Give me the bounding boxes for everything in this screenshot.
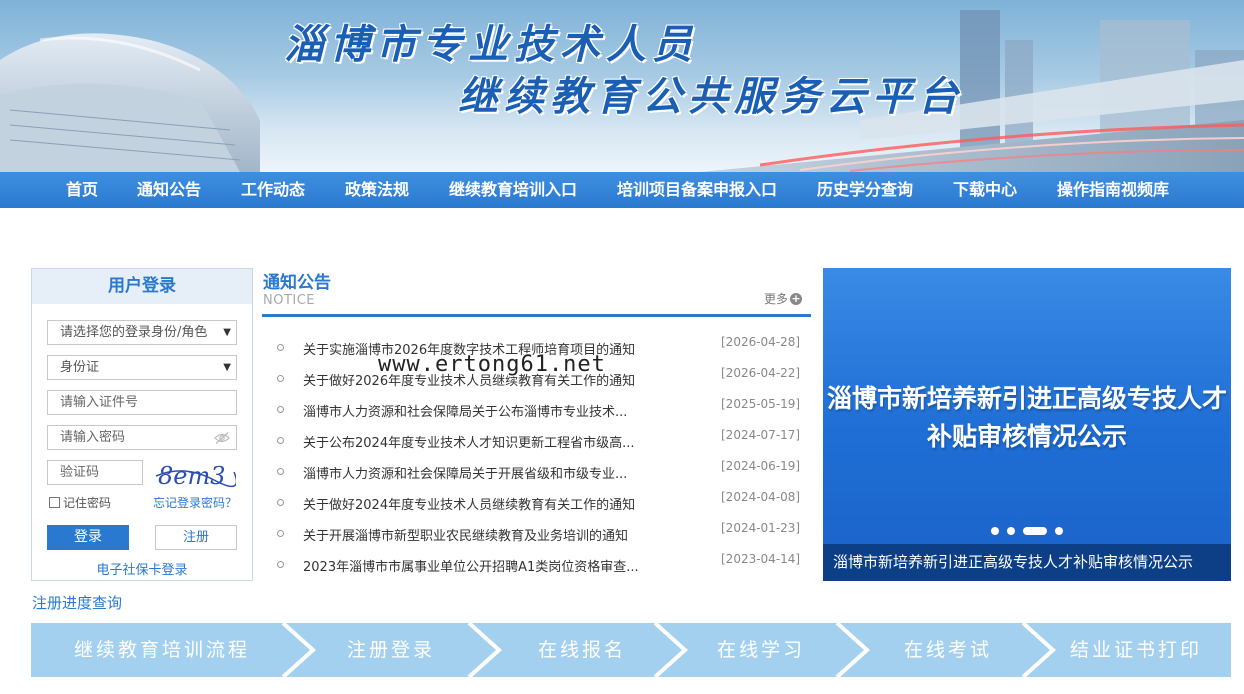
notice-item-title[interactable]: 关于做好2024年度专业技术人员继续教育有关工作的通知 bbox=[303, 494, 663, 513]
carousel-dot[interactable] bbox=[991, 527, 999, 535]
notice-title: 通知公告 bbox=[263, 273, 331, 293]
register-button[interactable]: 注册 bbox=[155, 525, 237, 550]
carousel-dot-active[interactable] bbox=[1023, 527, 1047, 535]
captcha-image[interactable]: 8em3 bbox=[154, 458, 236, 492]
banner-title-line1: 淄博市专业技术人员 bbox=[284, 21, 698, 68]
carousel-caption[interactable]: 淄博市新培养新引进正高级专技人才补贴审核情况公示 bbox=[823, 544, 1231, 581]
password-input[interactable]: 请输入密码 bbox=[47, 425, 237, 450]
nav-notices[interactable]: 通知公告 bbox=[137, 172, 201, 208]
notice-item-date: [2024-01-23] bbox=[721, 521, 801, 535]
login-button[interactable]: 登录 bbox=[47, 525, 129, 550]
bullet-circle-icon bbox=[277, 561, 284, 568]
bullet-circle-icon bbox=[277, 344, 284, 351]
notice-item-date: [2025-05-19] bbox=[721, 397, 801, 411]
nav-downloads[interactable]: 下载中心 bbox=[953, 172, 1017, 208]
watermark-text: www.ertong61.net bbox=[378, 352, 606, 377]
notice-item-title[interactable]: 淄博市人力资源和社会保障局关于开展省级和市级专业... bbox=[303, 463, 663, 482]
chevron-down-icon: ▼ bbox=[223, 327, 231, 338]
header-banner: 淄博市专业技术人员 继续教育公共服务云平台 bbox=[0, 0, 1244, 172]
carousel-dot[interactable] bbox=[1007, 527, 1015, 535]
bullet-circle-icon bbox=[277, 406, 284, 413]
eye-off-icon[interactable] bbox=[214, 431, 230, 445]
notice-item-title[interactable]: 2023年淄博市市属事业单位公开招聘A1类岗位资格审查... bbox=[303, 556, 663, 575]
training-process-bar: 继续教育培训流程 注册登录 在线报名 在线学习 在线考试 结业证书打印 bbox=[31, 623, 1231, 677]
notice-item-date: [2024-06-19] bbox=[721, 459, 801, 473]
notice-item-date: [2026-04-22] bbox=[721, 366, 801, 380]
carousel-dots bbox=[991, 527, 1063, 535]
nav-policies[interactable]: 政策法规 bbox=[345, 172, 409, 208]
role-select[interactable]: 请选择您的登录身份/角色 ▼ bbox=[47, 320, 237, 345]
nav-home[interactable]: 首页 bbox=[66, 172, 98, 208]
forgot-password-link[interactable]: 忘记登录密码？ bbox=[153, 494, 237, 511]
carousel-headline-line1: 淄博市新培养新引进正高级专技人才 bbox=[826, 384, 1227, 413]
banner-title-line2: 继续教育公共服务云平台 bbox=[458, 73, 964, 120]
nav-credit-history[interactable]: 历史学分查询 bbox=[817, 172, 913, 208]
captcha-placeholder: 验证码 bbox=[60, 465, 100, 480]
notice-item-title[interactable]: 淄博市人力资源和社会保障局关于公布淄博市专业技术... bbox=[303, 401, 663, 420]
nav-training-entry[interactable]: 继续教育培训入口 bbox=[449, 172, 577, 208]
notice-item-title[interactable]: 关于公布2024年度专业技术人才知识更新工程省市级高... bbox=[303, 432, 663, 451]
carousel-dot[interactable] bbox=[1055, 527, 1063, 535]
notice-subtitle: NOTICE bbox=[263, 293, 316, 308]
captcha-input[interactable]: 验证码 bbox=[47, 460, 143, 485]
process-step-register[interactable]: 注册登录 bbox=[293, 623, 489, 677]
notice-item-date: [2024-04-08] bbox=[721, 490, 801, 504]
process-step-exam[interactable]: 在线考试 bbox=[853, 623, 1043, 677]
bullet-circle-icon bbox=[277, 499, 284, 506]
login-title: 用户登录 bbox=[32, 269, 252, 304]
id-number-placeholder: 请输入证件号 bbox=[60, 395, 139, 410]
notice-item-date: [2023-04-14] bbox=[721, 552, 801, 566]
plus-circle-icon: + bbox=[790, 291, 802, 305]
notice-more-link[interactable]: 更多 + bbox=[764, 290, 802, 307]
checkbox-box[interactable] bbox=[49, 497, 60, 508]
news-carousel[interactable]: 淄博市新培养新引进正高级专技人才 补贴审核情况公示 淄博市新培养新引进正高级专技… bbox=[823, 268, 1231, 581]
notice-item[interactable]: 2023年淄博市市属事业单位公开招聘A1类岗位资格审查... [2023-04-… bbox=[262, 552, 811, 587]
nav-project-filing-entry[interactable]: 培训项目备案申报入口 bbox=[617, 172, 777, 208]
main-nav: 首页 通知公告 工作动态 政策法规 继续教育培训入口 培训项目备案申报入口 历史… bbox=[0, 172, 1244, 208]
remember-password-label: 记住密码 bbox=[63, 496, 112, 510]
bullet-circle-icon bbox=[277, 530, 284, 537]
notice-item-date: [2024-07-17] bbox=[721, 428, 801, 442]
bullet-circle-icon bbox=[277, 468, 284, 475]
social-card-login-link[interactable]: 电子社保卡登录 bbox=[32, 559, 252, 578]
process-step-study[interactable]: 在线学习 bbox=[671, 623, 851, 677]
carousel-headline: 淄博市新培养新引进正高级专技人才 补贴审核情况公示 bbox=[823, 380, 1231, 456]
bullet-circle-icon bbox=[277, 375, 284, 382]
bullet-circle-icon bbox=[277, 437, 284, 444]
notice-divider bbox=[262, 314, 811, 317]
id-number-input[interactable]: 请输入证件号 bbox=[47, 390, 237, 415]
login-panel: 用户登录 请选择您的登录身份/角色 ▼ 身份证 ▼ 请输入证件号 请输入密码 验… bbox=[31, 268, 253, 581]
process-step-enroll[interactable]: 在线报名 bbox=[489, 623, 675, 677]
notice-item-date: [2026-04-28] bbox=[721, 335, 801, 349]
captcha-text: 8em3 bbox=[158, 462, 226, 490]
notice-item-title[interactable]: 关于开展淄博市新型职业农民继续教育及业务培训的通知 bbox=[303, 525, 663, 544]
chevron-down-icon: ▼ bbox=[223, 362, 231, 373]
remember-password-checkbox[interactable]: 记住密码 bbox=[49, 494, 111, 511]
process-step-certificate[interactable]: 结业证书打印 bbox=[1041, 623, 1231, 677]
process-step-title: 继续教育培训流程 bbox=[73, 639, 250, 661]
notice-more-label: 更多 bbox=[763, 292, 788, 306]
nav-work-news[interactable]: 工作动态 bbox=[241, 172, 305, 208]
nav-video-guides[interactable]: 操作指南视频库 bbox=[1057, 172, 1169, 208]
notice-panel: 通知公告 NOTICE 更多 + 关于实施淄博市2026年度数字技术工程师培育项… bbox=[262, 268, 811, 583]
carousel-headline-line2: 补贴审核情况公示 bbox=[926, 422, 1127, 451]
password-placeholder: 请输入密码 bbox=[60, 430, 126, 445]
role-select-value: 请选择您的登录身份/角色 bbox=[60, 325, 208, 340]
id-type-select-value: 身份证 bbox=[60, 360, 100, 375]
register-progress-link[interactable]: 注册进度查询 bbox=[32, 592, 122, 613]
id-type-select[interactable]: 身份证 ▼ bbox=[47, 355, 237, 380]
